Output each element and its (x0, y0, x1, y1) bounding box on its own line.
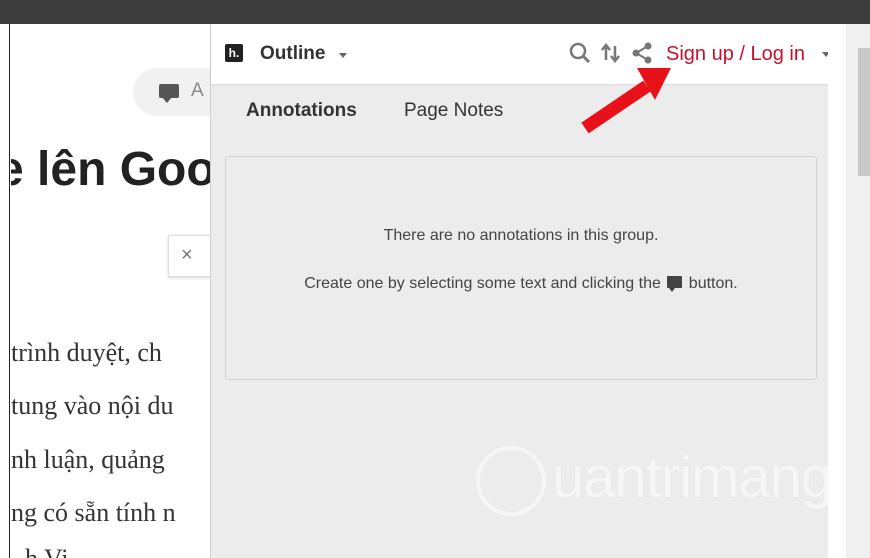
article-text-line: h Vi (25, 544, 68, 558)
close-button[interactable]: × (168, 235, 211, 277)
tab-page-notes[interactable]: Page Notes (404, 100, 503, 122)
article-text-line: nh luận, quảng (11, 445, 165, 474)
empty-state-hint-prefix: Create one by selecting some text and cl… (304, 275, 661, 292)
annotate-icon (667, 276, 683, 292)
empty-state-hint: Create one by selecting some text and cl… (226, 275, 816, 293)
arrow-pointer (581, 68, 671, 134)
browser-top-bar (0, 0, 870, 24)
sidebar-toolbar: h. Outline Sign up / Log in (211, 24, 856, 84)
lightbulb-icon (476, 446, 546, 516)
article-text-line: ng có sẵn tính n (11, 498, 176, 527)
article-text-line: trình duyệt, ch (11, 338, 162, 367)
empty-state-message: There are no annotations in this group. (383, 227, 659, 244)
hypothesis-logo[interactable]: h. (225, 44, 243, 62)
chevron-down-icon[interactable] (339, 53, 347, 58)
article-content: A e lên Goo × trình duyệt, ch tung vào n… (11, 24, 211, 558)
empty-state-panel: There are no annotations in this group. … (225, 156, 817, 380)
page-left-edge (0, 24, 10, 558)
annotate-pill-label: A (191, 80, 204, 101)
scrollbar-thumb[interactable] (858, 48, 870, 176)
watermark-text: uantrimang (552, 445, 833, 510)
scrollbar-track (828, 24, 846, 558)
annotation-sidebar: h. Outline Sign up / Log in Annotations … (210, 24, 856, 558)
article-headline: e lên Goo (11, 143, 211, 196)
tab-annotations[interactable]: Annotations (246, 100, 357, 122)
empty-state-hint-suffix: button. (688, 275, 738, 292)
watermark: uantrimang (476, 442, 836, 526)
close-icon: × (181, 244, 193, 266)
annotate-pill[interactable]: A (133, 68, 211, 116)
article-text-line: tung vào nội du (11, 391, 174, 420)
group-selector[interactable]: Outline (260, 43, 325, 65)
login-link[interactable]: Sign up / Log in (666, 43, 805, 66)
comment-icon (159, 84, 179, 103)
